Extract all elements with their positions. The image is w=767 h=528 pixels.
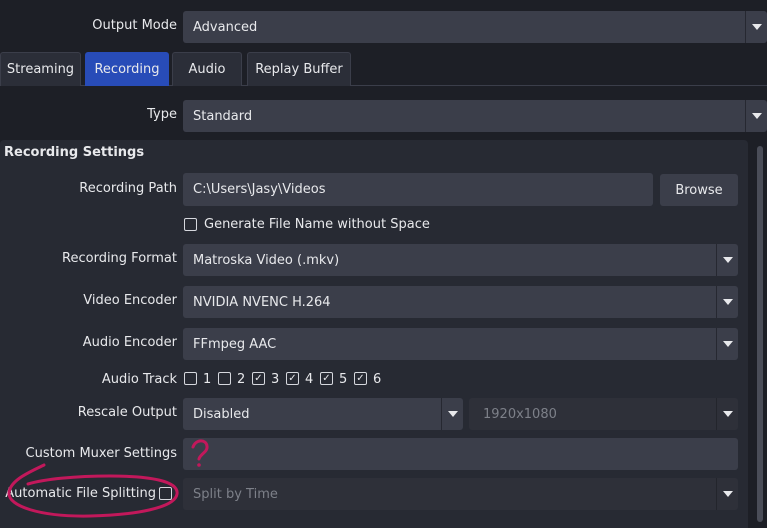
- audio-encoder-label: Audio Encoder: [82, 335, 177, 350]
- scrollbar-thumb[interactable]: [757, 146, 763, 522]
- recording-format-label: Recording Format: [62, 251, 177, 266]
- audio-track-6-checkbox[interactable]: ✓: [354, 372, 367, 385]
- audio-track-4-label[interactable]: 4: [305, 372, 313, 387]
- rescale-output-value: Disabled: [193, 406, 250, 422]
- recording-format-value: Matroska Video (.mkv): [193, 252, 340, 268]
- chevron-down-icon: [716, 398, 738, 430]
- checkmark-icon: ✓: [322, 372, 331, 384]
- video-encoder-label: Video Encoder: [83, 293, 177, 308]
- chevron-down-icon: [745, 100, 767, 132]
- auto-split-mode-value: Split by Time: [193, 486, 278, 502]
- audio-track-2-label[interactable]: 2: [237, 372, 245, 387]
- checkmark-icon: ✓: [254, 372, 263, 384]
- custom-muxer-label: Custom Muxer Settings: [25, 446, 177, 461]
- audio-track-label: Audio Track: [101, 372, 177, 387]
- chevron-down-icon: [716, 244, 738, 276]
- auto-split-mode-select[interactable]: Split by Time: [183, 478, 738, 510]
- audio-track-1-label[interactable]: 1: [203, 372, 211, 387]
- checkmark-icon: ✓: [288, 372, 297, 384]
- audio-track-3-checkbox[interactable]: ✓: [252, 372, 265, 385]
- tab-replay-buffer[interactable]: Replay Buffer: [247, 52, 351, 86]
- chevron-down-icon: [716, 478, 738, 510]
- browse-button[interactable]: Browse: [660, 174, 738, 206]
- audio-encoder-value: FFmpeg AAC: [193, 336, 277, 352]
- audio-track-4-checkbox[interactable]: ✓: [286, 372, 299, 385]
- rescale-resolution-value: 1920x1080: [483, 406, 557, 422]
- audio-track-6-label[interactable]: 6: [373, 372, 381, 387]
- recording-format-select[interactable]: Matroska Video (.mkv): [183, 244, 738, 276]
- audio-encoder-select[interactable]: FFmpeg AAC: [183, 328, 738, 360]
- checkmark-icon: ✓: [356, 372, 365, 384]
- tab-streaming-label: Streaming: [6, 62, 75, 77]
- chevron-down-icon: [716, 286, 738, 318]
- rescale-output-label: Rescale Output: [77, 405, 177, 420]
- output-mode-value: Advanced: [193, 19, 258, 35]
- custom-muxer-input[interactable]: [183, 438, 738, 470]
- tab-recording-label: Recording: [94, 62, 160, 77]
- auto-split-label[interactable]: Automatic File Splitting: [5, 486, 156, 501]
- section-title: Recording Settings: [4, 145, 145, 160]
- audio-track-3-label[interactable]: 3: [271, 372, 279, 387]
- chevron-down-icon: [745, 11, 767, 43]
- auto-split-checkbox[interactable]: [159, 487, 172, 500]
- output-mode-select[interactable]: Advanced: [183, 11, 767, 43]
- video-encoder-select[interactable]: NVIDIA NVENC H.264: [183, 286, 738, 318]
- tab-audio-label: Audio: [188, 62, 226, 77]
- tab-replay-buffer-label: Replay Buffer: [255, 62, 343, 77]
- tab-streaming[interactable]: Streaming: [0, 52, 81, 86]
- browse-button-label: Browse: [675, 182, 723, 198]
- video-encoder-value: NVIDIA NVENC H.264: [193, 294, 331, 310]
- tab-recording[interactable]: Recording: [85, 52, 169, 86]
- chevron-down-icon: [441, 398, 463, 430]
- generate-filename-label[interactable]: Generate File Name without Space: [204, 217, 430, 232]
- tab-audio[interactable]: Audio: [172, 52, 242, 86]
- type-select[interactable]: Standard: [183, 100, 767, 132]
- output-mode-label: Output Mode: [92, 18, 177, 33]
- recording-path-input[interactable]: C:\Users\Jasy\Videos: [183, 173, 653, 206]
- audio-track-2-checkbox[interactable]: [218, 372, 231, 385]
- type-value: Standard: [193, 108, 253, 124]
- recording-path-label: Recording Path: [79, 181, 177, 196]
- generate-filename-checkbox[interactable]: [184, 218, 197, 231]
- audio-track-5-label[interactable]: 5: [339, 372, 347, 387]
- chevron-down-icon: [716, 328, 738, 360]
- type-label: Type: [147, 107, 177, 122]
- audio-track-5-checkbox[interactable]: ✓: [320, 372, 333, 385]
- audio-track-1-checkbox[interactable]: [184, 372, 197, 385]
- rescale-output-select[interactable]: Disabled: [183, 398, 463, 430]
- rescale-resolution-select[interactable]: 1920x1080: [469, 398, 738, 430]
